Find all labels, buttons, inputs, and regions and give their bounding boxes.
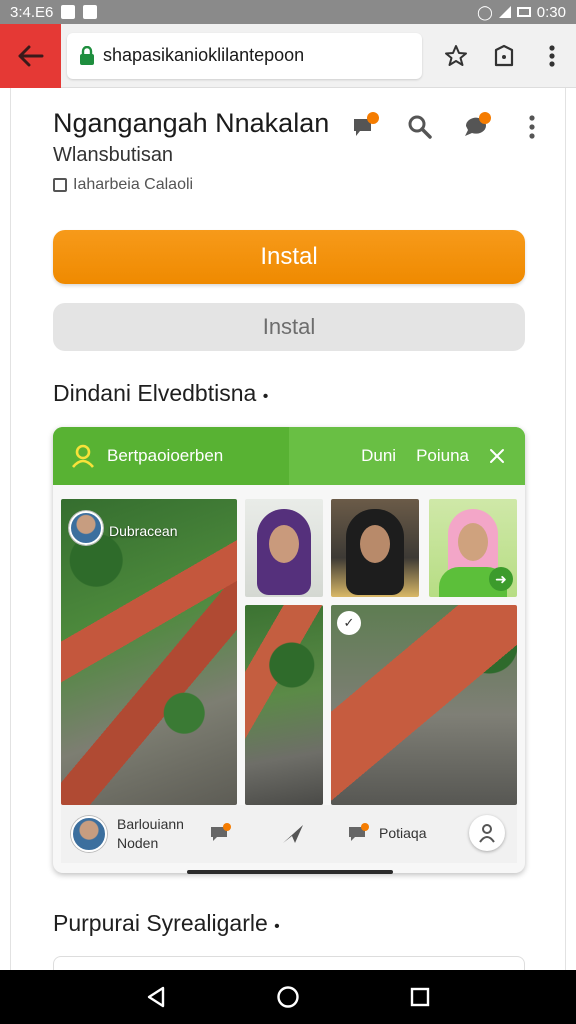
send-button[interactable] <box>281 823 305 850</box>
star-icon <box>444 44 467 66</box>
status-time-right: 0:30 <box>536 3 566 21</box>
screenshot-aerial-2[interactable] <box>245 605 323 805</box>
tabs-button[interactable] <box>480 24 528 88</box>
app-title: Ngangangah Nnakalan <box>53 108 330 138</box>
category-icon <box>53 178 67 192</box>
tab-switcher-icon <box>494 44 514 66</box>
screenshot-aerial-1[interactable]: Dubracean <box>61 499 237 805</box>
install-secondary-button[interactable]: Instal <box>53 303 525 351</box>
tile-avatar <box>69 511 103 545</box>
more-vert-icon <box>529 115 535 139</box>
app-category: Iaharbeia Calaoli <box>53 176 193 194</box>
screenshot-portrait-2[interactable] <box>331 499 419 597</box>
browser-menu-button[interactable] <box>528 24 576 88</box>
section-bullet: • <box>274 918 280 935</box>
status-bar: 3:4.E6 ◯ 0:30 <box>0 0 576 24</box>
nav-home-button[interactable] <box>268 977 308 1017</box>
send-icon <box>283 825 303 843</box>
card-bottom-strip: Barlouiann Noden Potiaqa <box>61 805 517 863</box>
comment-icon <box>349 823 369 841</box>
more-vert-icon <box>549 44 555 67</box>
nav-back-icon <box>147 986 165 1008</box>
author-name-line1: Barlouiann <box>117 816 184 832</box>
next-card-edge <box>53 956 525 970</box>
signal-icon <box>498 6 511 18</box>
bottom-right-label: Potiaqa <box>379 825 427 841</box>
tile-label: Dubracean <box>109 523 178 539</box>
nav-recents-button[interactable] <box>400 977 440 1017</box>
badge-chat-button[interactable] <box>209 823 233 850</box>
notification-icon-2 <box>83 5 98 19</box>
card-header-right: Duni Poiuna <box>289 427 525 485</box>
app-category-label: Iaharbeia Calaoli <box>73 176 194 193</box>
play-icon[interactable]: ➜ <box>489 567 513 591</box>
portrait-face <box>458 523 488 561</box>
chat-badge <box>367 112 379 124</box>
card-tab-2[interactable]: Poiuna <box>416 446 469 466</box>
lock-icon <box>80 45 94 65</box>
chat-button[interactable] <box>347 110 381 144</box>
card-header: Bertpaoioerben Duni Poiuna <box>53 427 525 485</box>
browser-toolbar: shapasikanioklilantepoon <box>0 23 576 88</box>
comment-badge <box>479 112 491 124</box>
portrait-face <box>360 525 390 563</box>
nav-recents-icon <box>410 987 430 1007</box>
url-field[interactable]: shapasikanioklilantepoon <box>67 32 422 79</box>
back-arrow-icon <box>18 45 43 66</box>
screenshot-grid: Dubracean ➜ ✓ Barlouiann Noden Potiaqa <box>61 499 517 863</box>
profile-button[interactable] <box>469 815 505 851</box>
battery-icon <box>516 7 531 17</box>
nav-home-icon <box>277 986 299 1008</box>
card-header-left[interactable]: Bertpaoioerben <box>53 427 289 485</box>
section-title-2-text: Purpurai Syrealigarle <box>53 910 268 936</box>
alarm-icon: ◯ <box>477 3 493 20</box>
screenshot-portrait-3[interactable]: ➜ <box>429 499 517 597</box>
user-icon <box>72 444 94 468</box>
screenshot-portrait-1[interactable] <box>245 499 323 597</box>
section-title-2: Purpurai Syrealigarle • <box>53 910 280 937</box>
close-icon[interactable] <box>489 448 505 464</box>
search-icon <box>408 115 432 139</box>
status-time-left: 3:4.E6 <box>10 3 54 21</box>
url-text: shapasikanioklilantepoon <box>103 45 305 65</box>
notification-icon <box>61 5 76 19</box>
back-button[interactable] <box>0 23 61 88</box>
author-name-line2: Noden <box>117 835 159 851</box>
install-button[interactable]: Instal <box>53 230 525 284</box>
system-nav-bar <box>0 970 576 1024</box>
section-title-1: Dindani Elvedbtisna • <box>53 380 268 407</box>
screenshot-card: Bertpaoioerben Duni Poiuna Dubracean ➜ ✓… <box>53 427 525 873</box>
section-title-1-text: Dindani Elvedbtisna <box>53 380 257 406</box>
nav-back-button[interactable] <box>136 977 176 1017</box>
card-tab-1[interactable]: Duni <box>361 446 396 466</box>
chat-icon <box>211 823 231 841</box>
page-content: Ngangangah Nnakalan Wlansbutisan Iaharbe… <box>10 88 566 970</box>
comment-button[interactable] <box>459 110 493 144</box>
check-icon: ✓ <box>337 611 361 635</box>
badge-comment-button[interactable] <box>347 823 371 850</box>
author-name: Barlouiann Noden <box>117 815 184 853</box>
user-icon <box>479 824 495 843</box>
app-developer[interactable]: Wlansbutisan <box>53 144 173 167</box>
header-actions <box>347 110 549 144</box>
carousel-indicator <box>187 870 393 874</box>
search-button[interactable] <box>403 110 437 144</box>
bookmark-star-button[interactable] <box>432 24 480 88</box>
page-menu-button[interactable] <box>515 110 549 144</box>
section-bullet: • <box>262 388 269 405</box>
screenshot-aerial-3[interactable]: ✓ <box>331 605 517 805</box>
author-avatar[interactable] <box>71 816 107 852</box>
portrait-face <box>269 525 299 563</box>
card-header-left-label: Bertpaoioerben <box>107 446 224 465</box>
